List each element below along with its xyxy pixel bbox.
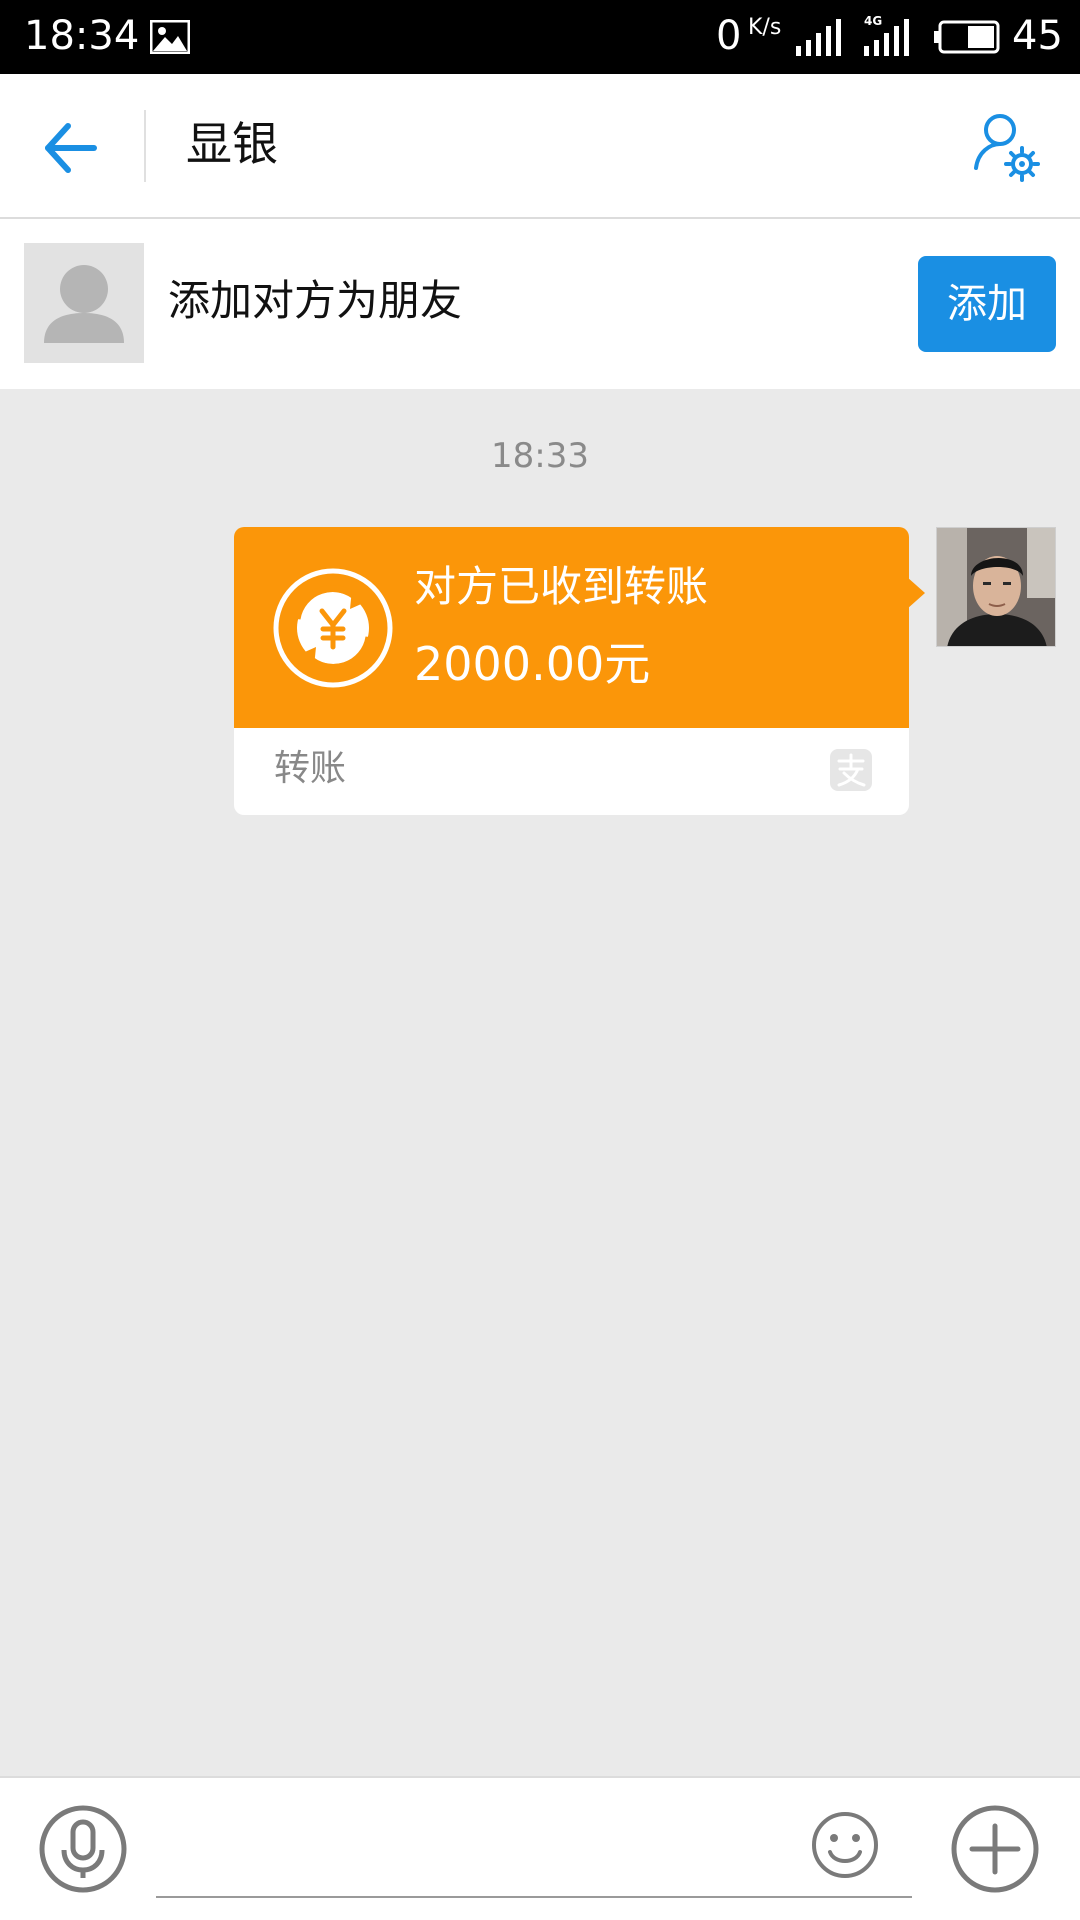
battery-level: 45	[1012, 13, 1063, 59]
add-friend-prompt: 添加对方为朋友	[168, 276, 463, 325]
add-friend-button[interactable]: 添加	[918, 256, 1056, 352]
yuan-transfer-icon	[273, 568, 393, 688]
alipay-icon	[830, 749, 872, 791]
status-time: 18:34	[24, 13, 140, 59]
user-settings-icon[interactable]	[970, 112, 1042, 184]
transfer-amount: 2000.00元	[414, 637, 651, 691]
transfer-status: 对方已收到转账	[414, 562, 709, 611]
message-timestamp: 18:33	[491, 436, 589, 476]
microphone-icon[interactable]	[38, 1804, 128, 1894]
signal-icon	[796, 19, 841, 56]
input-bar	[0, 1776, 1080, 1920]
default-avatar-icon	[44, 265, 124, 343]
bubble-tail	[907, 577, 925, 609]
network-speed-unit: K/s	[748, 15, 782, 40]
chat-title: 显银	[186, 117, 278, 171]
plus-icon[interactable]	[950, 1804, 1040, 1894]
status-bar: 18:34 0 K/s 4G 45	[0, 0, 1080, 74]
avatar[interactable]	[24, 243, 144, 363]
arrow-left-icon[interactable]	[40, 118, 100, 178]
network-speed: 0	[716, 13, 742, 59]
transfer-bubble-header: 对方已收到转账 2000.00元	[234, 527, 909, 728]
user-photo-icon	[937, 528, 1055, 646]
network-type: 4G	[864, 14, 883, 28]
avatar[interactable]	[936, 527, 1056, 647]
header-divider	[144, 110, 146, 182]
message-input[interactable]	[156, 1802, 912, 1898]
emoji-icon[interactable]	[810, 1810, 880, 1880]
chat-header: 显银	[0, 74, 1080, 219]
transfer-message-bubble[interactable]: 对方已收到转账 2000.00元 转账	[234, 527, 925, 815]
battery-icon	[934, 20, 1000, 54]
transfer-label: 转账	[274, 748, 347, 789]
photo-icon	[150, 20, 190, 54]
add-friend-bar: 添加对方为朋友 添加	[0, 219, 1080, 389]
